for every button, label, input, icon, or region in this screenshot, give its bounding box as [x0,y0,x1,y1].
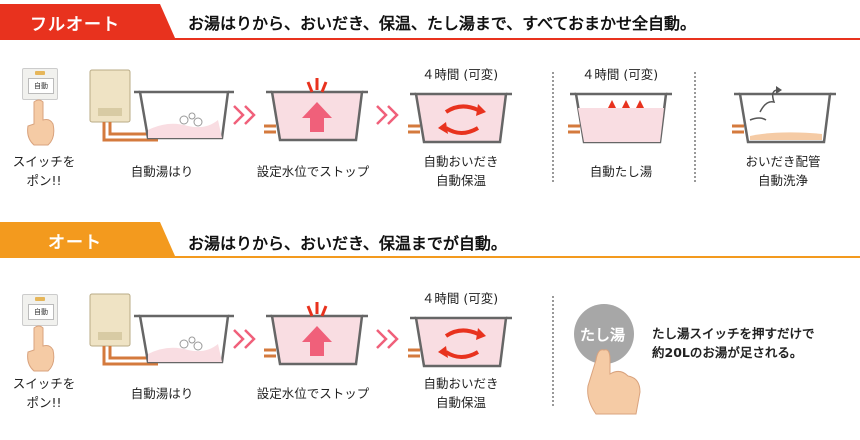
auto-stop-illustration [264,302,368,366]
full-auto-tab-label: フルオート [30,15,120,35]
auto-switch-illustration: 自動 [20,294,70,374]
full-auto-step-reheat: 自動おいだき 自動保温 [423,154,499,188]
auto-headline: お湯はりから、おいだき、保温までが自動。 [188,234,507,253]
full-auto-underline [0,38,860,40]
divider-dotted [552,296,554,406]
auto-switch-caption: スイッチを ポン!! [12,376,76,410]
full-auto-reheat-illustration [408,92,512,144]
full-auto-section: フルオート お湯はりから、おいだき、保温、たし湯まで、すべておまかせ全自動。 自… [0,0,860,215]
full-auto-switch-caption: スイッチを ポン!! [12,154,76,188]
auto-step-reheat: 自動おいだき 自動保温 [423,376,499,410]
full-auto-clean-illustration [732,86,836,144]
switch-panel: 自動 [22,294,58,326]
chevron-right-icon [376,105,399,125]
auto-step-fill: 自動湯はり [130,386,194,401]
topup-button-graphic [574,304,641,415]
full-auto-step-fill: 自動湯はり [130,164,194,179]
full-auto-fill-illustration [89,69,234,142]
auto-underline [0,256,860,258]
divider-dotted [552,72,554,182]
full-auto-timer-topup: ４時間 (可変) [581,67,659,82]
full-auto-timer-reheat: ４時間 (可変) [421,67,499,82]
full-auto-topup-illustration [568,92,672,144]
auto-timer-reheat: ４時間 (可変) [421,291,499,306]
auto-reheat-illustration [408,316,512,368]
auto-switch-button: 自動 [28,304,54,320]
chevron-right-icon [233,329,256,349]
topup-button-label: たし湯 [580,326,626,344]
divider-dotted [694,72,696,182]
auto-section: オート お湯はりから、おいだき、保温までが自動。 自動 スイッチを ポン!! 自… [0,220,860,440]
switch-led [35,71,45,75]
chevron-right-icon [376,329,399,349]
chevron-right-icon [233,105,256,125]
finger-icon [27,99,55,146]
topup-note: たし湯スイッチを押すだけで 約20Lのお湯が足される。 [652,326,815,360]
full-auto-stop-illustration [264,78,368,142]
full-auto-switch-illustration: 自動 [20,68,70,148]
full-auto-step-stop: 設定水位でストップ [256,164,370,179]
switch-led [35,297,45,301]
full-auto-step-clean: おいだき配管 自動洗浄 [745,154,821,188]
full-auto-headline: お湯はりから、おいだき、保温、たし湯まで、すべておまかせ全自動。 [188,14,697,33]
auto-fill-illustration [89,293,234,366]
topup-button-illustration: たし湯 [570,304,650,424]
auto-step-stop: 設定水位でストップ [256,386,370,401]
auto-switch-button: 自動 [28,78,54,94]
full-auto-step-topup: 自動たし湯 [589,164,653,179]
finger-icon [27,325,55,372]
auto-tab-label: オート [48,233,102,253]
switch-panel: 自動 [22,68,58,100]
